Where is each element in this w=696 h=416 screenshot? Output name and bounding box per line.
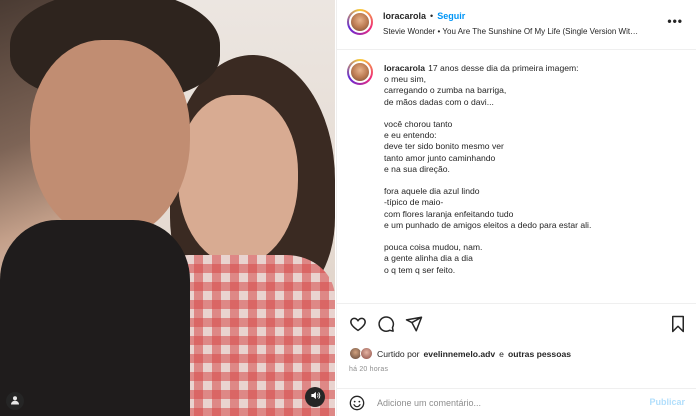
caption-line-text: 17 anos desse dia da primeira imagem: <box>428 63 579 73</box>
sound-toggle-button[interactable] <box>305 387 325 407</box>
author-line: loracarola • Seguir <box>383 11 465 21</box>
caption-line: carregando o zumba na barriga, <box>384 85 507 96</box>
caption-line: e eu entendo: <box>384 130 437 141</box>
liker-username[interactable]: evelinnemelo.adv <box>424 349 496 359</box>
post-timestamp[interactable]: há 20 horas <box>349 366 388 373</box>
caption-line: de mãos dadas com o davi... <box>384 96 494 107</box>
caption-line: com flores laranja enfeitando tudo <box>384 208 514 219</box>
author-username[interactable]: loracarola <box>383 11 426 21</box>
separator-dot: • <box>430 11 434 21</box>
person-icon <box>10 392 20 410</box>
caption-line: loracarola 17 anos desse dia da primeira … <box>384 63 684 74</box>
photo-man-body <box>0 220 190 416</box>
caption-line: você chorou tanto <box>384 119 453 129</box>
caption-line: tanto amor junto caminhando <box>384 152 496 163</box>
likes-prefix: Curtido por <box>377 348 420 359</box>
caption-gap <box>384 175 684 186</box>
caption-text: loracarola 17 anos desse dia da primeira … <box>384 63 684 276</box>
like-button[interactable] <box>347 315 369 337</box>
author-avatar[interactable] <box>347 9 373 35</box>
post-header: loracarola • Seguir Stevie Wonder • You … <box>337 0 696 50</box>
save-button[interactable] <box>667 315 689 337</box>
caption-line: -típico de maio- <box>384 197 444 208</box>
share-button[interactable] <box>403 315 425 337</box>
follow-button[interactable]: Seguir <box>437 11 465 21</box>
caption-author-avatar[interactable] <box>347 59 373 85</box>
heart-icon <box>349 315 367 338</box>
caption-line: deve ter sido bonito mesmo ver <box>384 141 504 152</box>
likes-others-link[interactable]: outras pessoas <box>508 349 571 359</box>
caption-line: a gente alinha dia a dia <box>384 253 473 264</box>
send-icon <box>405 315 423 338</box>
caption-username[interactable]: loracarola <box>384 63 425 73</box>
bookmark-icon <box>670 315 686 338</box>
comment-icon <box>377 315 395 338</box>
caption-gap <box>384 108 684 119</box>
caption-line: o meu sim, <box>384 74 427 85</box>
tagged-people-button[interactable] <box>6 392 24 410</box>
post-photo[interactable] <box>0 0 335 416</box>
caption-line: e na sua direção. <box>384 163 450 174</box>
publish-button[interactable]: Publicar <box>649 397 685 407</box>
speaker-icon <box>310 388 321 406</box>
smiley-icon[interactable] <box>349 395 365 411</box>
photo-man-face <box>30 40 190 240</box>
liker-avatar[interactable] <box>360 347 373 360</box>
likes-summary: Curtido por evelinnemelo.adv e outras pe… <box>349 347 571 360</box>
caption-line: e um punhado de amigos eleitos a dedo pa… <box>384 219 592 230</box>
comment-input[interactable] <box>377 395 637 411</box>
caption-gap <box>384 231 684 242</box>
likes-connector: e <box>499 348 504 359</box>
photo-woman-face <box>178 95 298 265</box>
more-options-icon[interactable]: ••• <box>667 14 683 28</box>
comment-bar: Publicar <box>337 388 696 416</box>
post-panel: loracarola • Seguir Stevie Wonder • You … <box>336 0 696 416</box>
caption-line: fora aquele dia azul lindo <box>384 186 480 197</box>
caption-line: o q tem q ser feito. <box>384 264 456 275</box>
audio-track-link[interactable]: Stevie Wonder • You Are The Sunshine Of … <box>383 27 653 36</box>
caption-section: loracarola 17 anos desse dia da primeira … <box>337 50 696 303</box>
comment-button[interactable] <box>375 315 397 337</box>
caption-line: pouca coisa mudou, nam. <box>384 242 483 253</box>
action-bar: Curtido por evelinnemelo.adv e outras pe… <box>337 303 696 401</box>
